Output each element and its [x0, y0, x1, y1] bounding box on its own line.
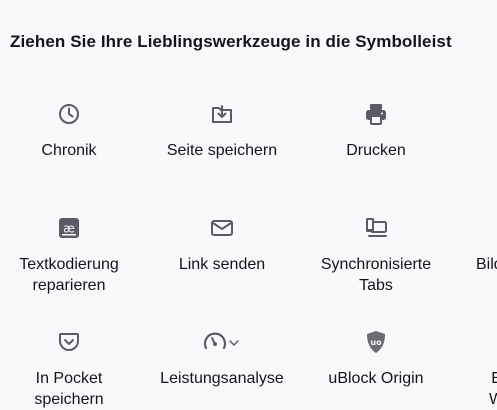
- palette-item-email-link[interactable]: Link senden: [147, 216, 297, 275]
- palette-item-ublock-origin[interactable]: uo uBlock Origin: [301, 330, 451, 389]
- svg-text:æ: æ: [63, 222, 75, 236]
- palette-item-history[interactable]: Chronik: [0, 102, 144, 161]
- ublock-origin-icon: uo: [364, 330, 388, 354]
- palette-item-label: Bild: [476, 256, 497, 273]
- printer-icon: [364, 102, 388, 126]
- chevron-down-icon: [229, 340, 239, 346]
- palette-item-save-page[interactable]: Seite speichern: [147, 102, 297, 161]
- palette-item-label: Drucken: [346, 142, 406, 159]
- palette-item-label: Chronik: [41, 142, 97, 159]
- performance-gauge-icon: [203, 330, 241, 354]
- palette-item-label: Link senden: [178, 256, 266, 273]
- palette-heading: Ziehen Sie Ihre Lieblingswerkzeuge in di…: [10, 32, 452, 51]
- palette-item-label: Textkodierung reparieren: [19, 256, 119, 294]
- pocket-icon: [57, 330, 81, 354]
- palette-item-label: Seite speichern: [166, 142, 278, 159]
- palette-item-save-to-pocket[interactable]: In Pocket speichern: [0, 330, 144, 410]
- clock-icon: [57, 102, 81, 126]
- text-encoding-icon: æ: [57, 216, 81, 240]
- palette-item-label: In Pocket speichern: [34, 370, 104, 408]
- palette-item-performance[interactable]: Leistungsanalyse: [147, 330, 297, 389]
- palette-item-image-clipped[interactable]: Bild: [455, 216, 497, 286]
- palette-item-repair-text-encoding[interactable]: æ Textkodierung reparieren: [0, 216, 144, 296]
- palette-item-clipped[interactable]: E W: [455, 330, 497, 405]
- palette-item-label: Synchronisierte Tabs: [320, 256, 432, 294]
- mail-icon: [210, 216, 234, 240]
- palette-item-label: uBlock Origin: [328, 370, 424, 387]
- palette-item-label: Leistungsanalyse: [160, 370, 284, 387]
- synced-tabs-icon: [364, 216, 388, 240]
- save-page-icon: [210, 102, 234, 126]
- svg-text:uo: uo: [370, 338, 382, 347]
- palette-item-synced-tabs[interactable]: Synchronisierte Tabs: [301, 216, 451, 296]
- palette-item-print[interactable]: Drucken: [301, 102, 451, 161]
- palette-item-label: E W: [489, 370, 497, 405]
